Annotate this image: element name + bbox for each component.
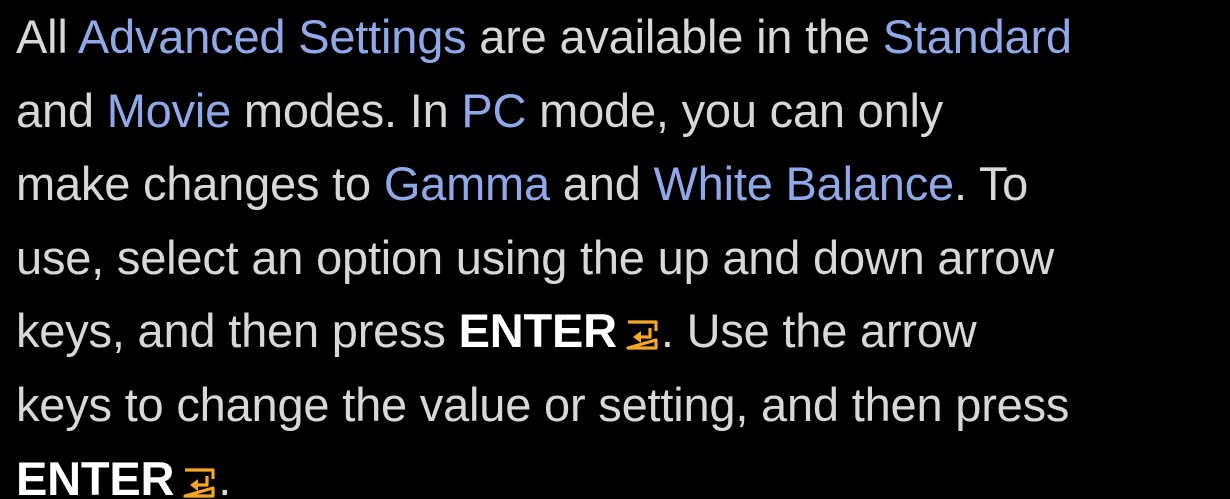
enter-key-label: ENTER: [16, 451, 175, 499]
help-screen: All Advanced Settings are available in t…: [0, 0, 1230, 499]
text-segment: . To: [953, 157, 1029, 211]
help-text-block: All Advanced Settings are available in t…: [16, 0, 1230, 499]
text-segment: keys, and then press: [16, 304, 459, 358]
movie-mode-term: Movie: [106, 83, 232, 137]
text-segment: mode, you can only: [526, 83, 944, 137]
text-segment: . Use the arrow: [660, 304, 977, 358]
help-line-2: and Movie modes. In PC mode, you can onl…: [16, 74, 1230, 148]
advanced-settings-term: Advanced Settings: [77, 10, 467, 63]
standard-mode-term: Standard: [882, 10, 1072, 63]
help-line-1: All Advanced Settings are available in t…: [16, 0, 1230, 74]
text-segment: keys to change the value or setting, and…: [16, 377, 1070, 431]
help-line-5: keys, and then press ENTER . Use the arro…: [16, 294, 1230, 368]
text-segment: All: [16, 10, 78, 63]
enter-key-icon: [625, 319, 661, 351]
help-line-7: ENTER.: [16, 442, 1230, 499]
text-segment: .: [218, 451, 232, 499]
white-balance-term: White Balance: [653, 157, 955, 211]
help-line-3: make changes to Gamma and White Balance.…: [16, 147, 1230, 221]
pc-mode-term: PC: [461, 83, 527, 137]
text-segment: use, select an option using the up and d…: [16, 230, 1054, 284]
enter-key-icon: [182, 467, 218, 499]
text-segment: modes. In: [231, 83, 462, 137]
text-segment: are available in the: [466, 10, 883, 63]
help-line-4: use, select an option using the up and d…: [16, 221, 1230, 295]
text-segment: and: [16, 83, 107, 137]
enter-key-label: ENTER: [458, 304, 617, 358]
gamma-term: Gamma: [383, 157, 550, 211]
help-line-6: keys to change the value or setting, and…: [16, 368, 1230, 442]
text-segment: and: [549, 157, 654, 211]
text-segment: make changes to: [16, 157, 384, 211]
